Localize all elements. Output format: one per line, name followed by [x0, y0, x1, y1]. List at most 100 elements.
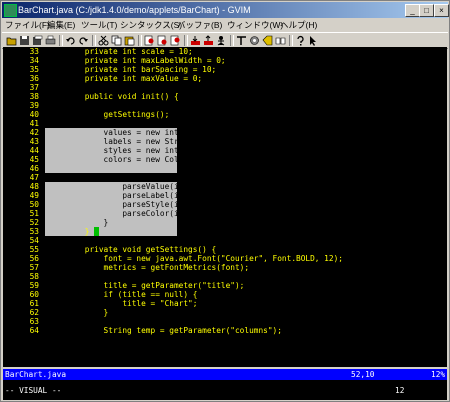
- cursor: [94, 227, 99, 236]
- line-text: labels = new String[columns];: [66, 137, 240, 146]
- line-number: 43: [29, 137, 39, 146]
- find-help-icon[interactable]: [295, 35, 306, 46]
- toolbar-separator: [138, 35, 142, 46]
- line-text: for (int i=0; i < columns; i++) {: [66, 173, 259, 182]
- line-number: 52: [29, 218, 39, 227]
- jump-tag-icon[interactable]: [262, 35, 273, 46]
- save-all-icon[interactable]: [32, 35, 43, 46]
- line-number: 56: [29, 254, 39, 263]
- line-text: parseColor(i);: [66, 209, 189, 218]
- print-icon[interactable]: [45, 35, 56, 46]
- cut-icon[interactable]: [98, 35, 109, 46]
- toolbar-separator: [184, 35, 188, 46]
- undo-icon[interactable]: [65, 35, 76, 46]
- line-text: title = "Chart";: [66, 299, 198, 308]
- line-number: 47: [29, 173, 39, 182]
- line-text: font = new java.awt.Font("Courier", Font…: [66, 254, 343, 263]
- line-number: 58: [29, 272, 39, 281]
- line-number: 48: [29, 182, 39, 191]
- line-number: 63: [29, 317, 39, 326]
- menu-window[interactable]: ウィンドウ(W): [227, 18, 283, 32]
- run-ctags-icon[interactable]: [249, 35, 260, 46]
- line-number: 64: [29, 326, 39, 335]
- line-text: private int maxLabelWidth = 0;: [66, 56, 226, 65]
- line-number: 37: [29, 83, 39, 92]
- find-prev-icon[interactable]: [170, 35, 181, 46]
- line-text: getSettings();: [66, 110, 170, 119]
- line-number: 53: [29, 227, 39, 236]
- status-line: BarChart.java 52,10 12%: [3, 369, 447, 380]
- status-filename: BarChart.java: [5, 370, 67, 379]
- line-number: 40: [29, 110, 39, 119]
- line-number: 55: [29, 245, 39, 254]
- line-text: styles = new int[columns];: [66, 146, 226, 155]
- menu-buffers[interactable]: バッファ(B): [177, 18, 222, 32]
- menu-tools[interactable]: ツール(T): [81, 18, 117, 32]
- selection-count: 12: [395, 386, 405, 395]
- menu-syntax[interactable]: シンタックス(S): [120, 18, 182, 32]
- vim-logo-icon: [4, 4, 17, 17]
- line-text: private int barSpacing = 10;: [66, 65, 217, 74]
- menu-file[interactable]: ファイル(F): [5, 18, 50, 32]
- make-icon[interactable]: [236, 35, 247, 46]
- line-number: 35: [29, 65, 39, 74]
- title-bar[interactable]: BarChart.java (C:/jdk1.4.0/demo/applets/…: [2, 2, 449, 18]
- line-text: String temp = getParameter("columns");: [66, 326, 282, 335]
- find-next-icon[interactable]: [157, 35, 168, 46]
- line-number: 44: [29, 146, 39, 155]
- paste-icon[interactable]: [124, 35, 135, 46]
- line-number: 51: [29, 209, 39, 218]
- line-number: 57: [29, 263, 39, 272]
- find-icon[interactable]: [144, 35, 155, 46]
- line-number: 42: [29, 128, 39, 137]
- open-icon[interactable]: [6, 35, 17, 46]
- line-number: 61: [29, 299, 39, 308]
- status-position: 52,10: [351, 370, 375, 379]
- line-number: 62: [29, 308, 39, 317]
- line-number: 59: [29, 281, 39, 290]
- line-text: colors = new Color[columns];: [66, 155, 235, 164]
- menu-edit[interactable]: 編集(E): [47, 18, 75, 32]
- copy-icon[interactable]: [111, 35, 122, 46]
- editor-area[interactable]: 33 private int scale = 10; 34 private int…: [3, 47, 447, 367]
- mode-indicator: -- VISUAL --: [5, 386, 62, 395]
- line-text: values = new int[columns];: [66, 128, 226, 137]
- line-text: private int maxValue = 0;: [66, 74, 203, 83]
- line-text: if (title == null) {: [66, 290, 198, 299]
- line-number: 50: [29, 200, 39, 209]
- line-text: parseValue(i);: [66, 182, 189, 191]
- line-number: 39: [29, 101, 39, 110]
- find-help-arrow-icon[interactable]: [308, 35, 319, 46]
- line-number: 34: [29, 56, 39, 65]
- toolbar-separator: [59, 35, 63, 46]
- command-line[interactable]: -- VISUAL -- 12: [3, 380, 447, 400]
- redo-icon[interactable]: [78, 35, 89, 46]
- line-text: private void getSettings() {: [66, 245, 217, 254]
- line-number: 49: [29, 191, 39, 200]
- menu-help[interactable]: ヘルプ(H): [280, 18, 317, 32]
- help-icon[interactable]: [275, 35, 286, 46]
- line-number: 38: [29, 92, 39, 101]
- line-number: 54: [29, 236, 39, 245]
- menu-bar: ファイル(F) 編集(E) ツール(T) シンタックス(S) バッファ(B) ウ…: [2, 18, 448, 32]
- maximize-button[interactable]: □: [419, 4, 434, 17]
- run-script-icon[interactable]: [216, 35, 227, 46]
- line-text: }: [66, 218, 109, 227]
- line-text: private int scale = 10;: [66, 47, 193, 56]
- save-session-icon[interactable]: [203, 35, 214, 46]
- close-button[interactable]: ×: [434, 4, 449, 17]
- line-number: 33: [29, 47, 39, 56]
- line-text: public void init() {: [66, 92, 179, 101]
- line-text: }: [66, 308, 109, 317]
- load-session-icon[interactable]: [190, 35, 201, 46]
- line-text: parseStyle(i);: [66, 200, 189, 209]
- window-title: BarChart.java (C:/jdk1.4.0/demo/applets/…: [18, 5, 251, 15]
- line-text: metrics = getFontMetrics(font);: [66, 263, 250, 272]
- line-text: }: [66, 227, 90, 236]
- toolbar-separator: [230, 35, 234, 46]
- line-number: 41: [29, 119, 39, 128]
- minimize-button[interactable]: _: [405, 4, 420, 17]
- line-text: parseLabel(i);: [66, 191, 189, 200]
- save-icon[interactable]: [19, 35, 30, 46]
- gvim-window: BarChart.java (C:/jdk1.4.0/demo/applets/…: [0, 0, 450, 402]
